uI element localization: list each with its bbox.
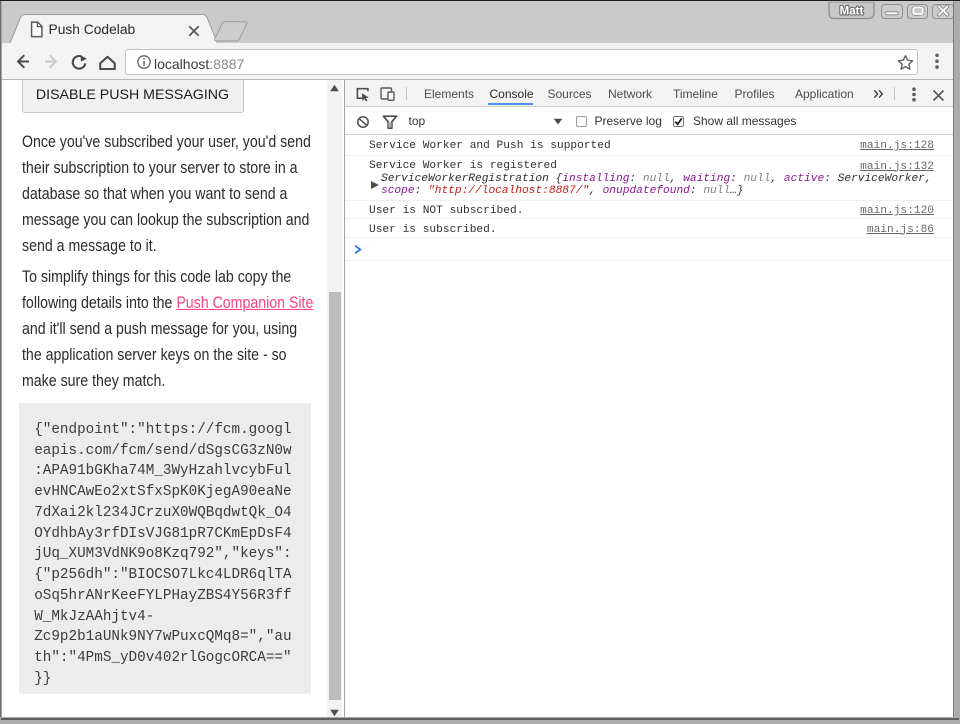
svg-text:Matt: Matt xyxy=(840,5,864,17)
